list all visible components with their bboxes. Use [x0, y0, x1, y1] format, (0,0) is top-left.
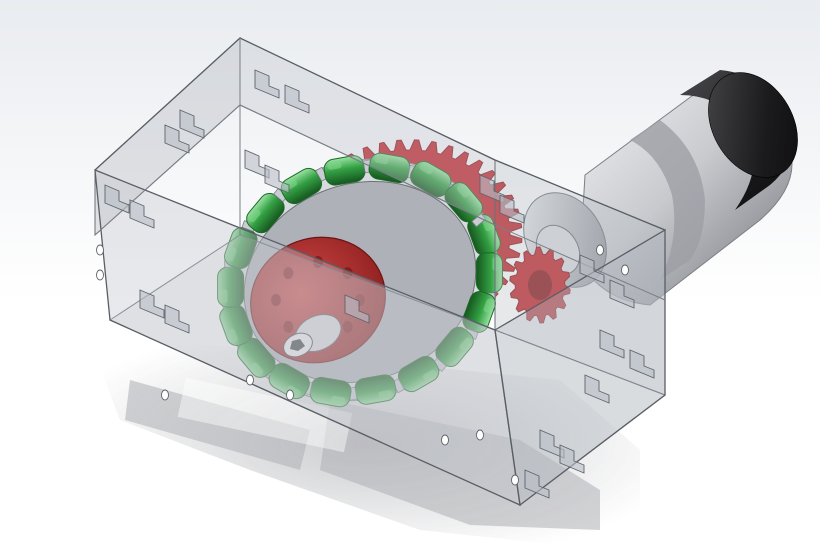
peg [246, 374, 254, 386]
peg [96, 269, 104, 281]
model-canvas[interactable] [0, 0, 820, 549]
peg [96, 244, 104, 256]
peg [596, 244, 604, 256]
peg [511, 474, 519, 486]
peg [286, 389, 294, 401]
peg [161, 389, 169, 401]
peg [621, 264, 629, 276]
peg [476, 429, 484, 441]
peg [441, 434, 449, 446]
cad-viewport[interactable] [0, 0, 820, 549]
